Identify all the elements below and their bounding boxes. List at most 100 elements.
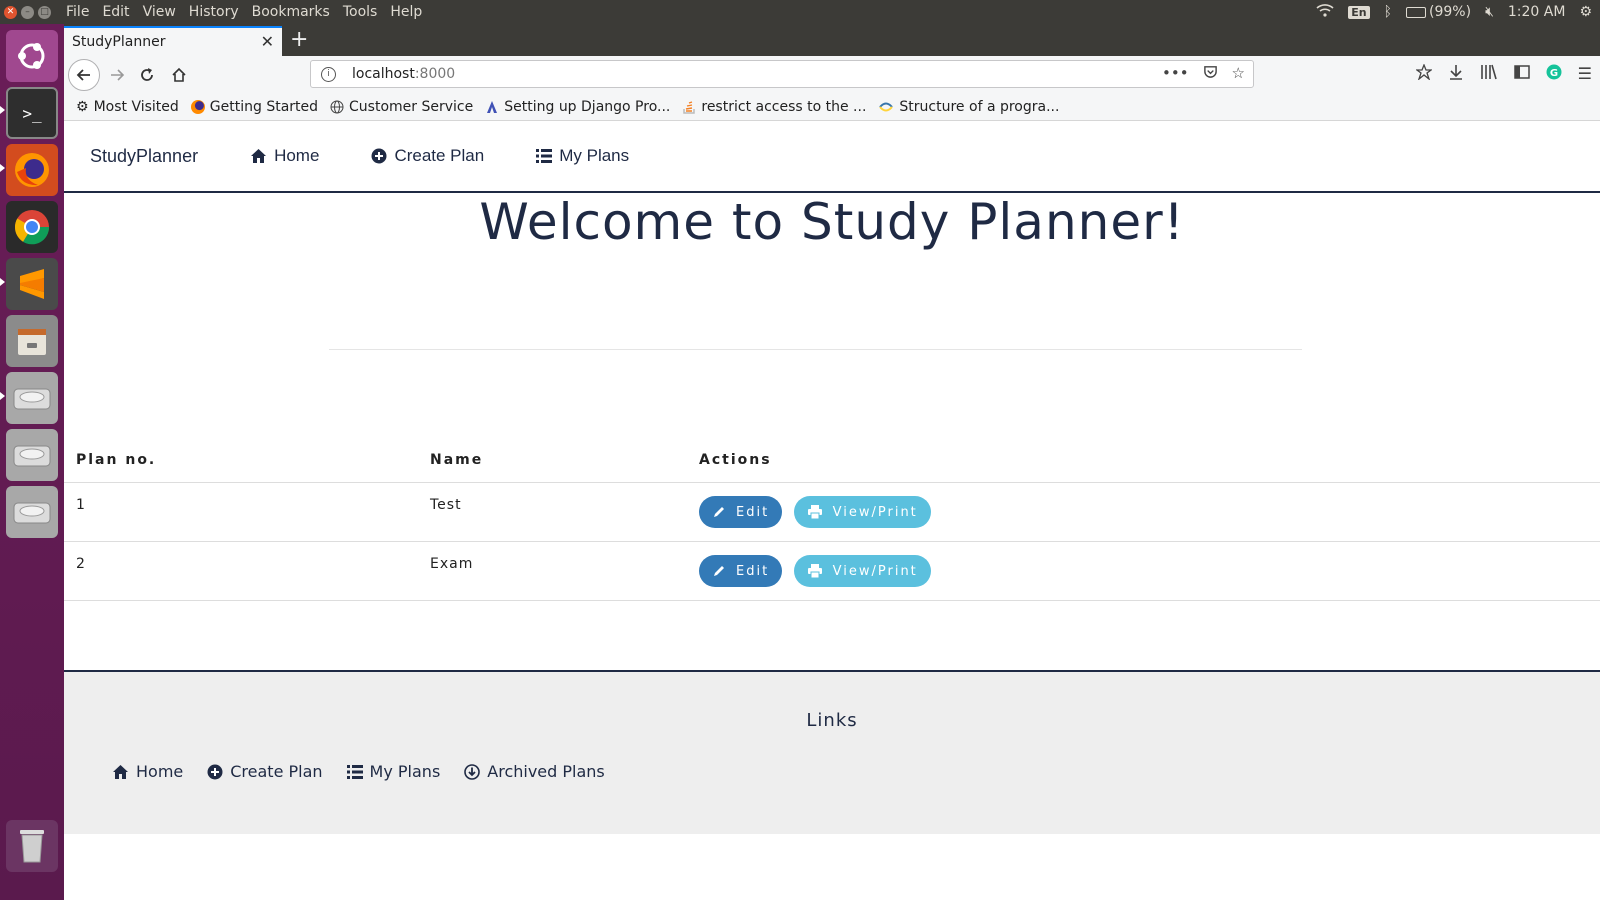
reader-list-icon[interactable]: [1414, 63, 1433, 84]
sidebar-icon[interactable]: [1513, 64, 1530, 84]
browser-tab[interactable]: StudyPlanner ✕: [64, 26, 282, 56]
bookmark-label: Customer Service: [349, 99, 474, 115]
footer-archived-plans-link[interactable]: Archived Plans: [464, 762, 605, 781]
menu-edit[interactable]: Edit: [102, 4, 129, 20]
home-icon: [113, 764, 128, 779]
clock[interactable]: 1:20 AM: [1508, 4, 1566, 20]
settings-gear-icon[interactable]: ⚙: [1579, 4, 1592, 20]
footer-create-plan-label: Create Plan: [230, 762, 323, 781]
bookmark-item[interactable]: Setting up Django Pro...: [485, 99, 670, 115]
menu-file[interactable]: File: [66, 4, 89, 20]
home-icon: [251, 149, 267, 163]
home-button[interactable]: [164, 61, 194, 89]
minimize-window-button[interactable]: –: [21, 5, 34, 19]
reload-button[interactable]: [132, 61, 162, 89]
site-brand[interactable]: StudyPlanner: [90, 146, 198, 167]
bookmark-item[interactable]: restrict access to the ...: [682, 99, 866, 115]
running-indicator: [0, 278, 5, 286]
column-header-name: Name: [418, 446, 687, 483]
battery-indicator[interactable]: (99%): [1406, 4, 1471, 20]
drive-icon[interactable]: [6, 429, 58, 481]
web-page: StudyPlanner Home Create Plan My Plans W…: [64, 121, 1600, 900]
page-actions-icon[interactable]: •••: [1162, 64, 1189, 83]
menu-bookmarks[interactable]: Bookmarks: [252, 4, 330, 20]
plus-circle-icon: [207, 764, 223, 779]
bookmark-item[interactable]: ⚙ Most Visited: [76, 99, 179, 115]
firefox-icon[interactable]: [6, 144, 58, 196]
trash-icon[interactable]: [6, 820, 58, 872]
menu-help[interactable]: Help: [390, 4, 422, 20]
nav-create-plan-link[interactable]: Create Plan: [371, 146, 484, 166]
menu-history[interactable]: History: [189, 4, 239, 20]
footer-my-plans-link[interactable]: My Plans: [346, 762, 440, 781]
footer-home-label: Home: [136, 762, 184, 781]
keyboard-language-indicator[interactable]: En: [1348, 5, 1370, 19]
chrome-icon[interactable]: [6, 201, 58, 253]
hamburger-menu-icon[interactable]: ☰: [1578, 64, 1592, 84]
site-navbar: StudyPlanner Home Create Plan My Plans: [64, 121, 1600, 193]
drive-icon[interactable]: [6, 486, 58, 538]
url-host: localhost: [352, 66, 415, 82]
close-window-button[interactable]: ✕: [4, 5, 17, 19]
list-icon: [346, 764, 363, 779]
wifi-icon[interactable]: [1316, 3, 1334, 21]
back-button[interactable]: [68, 59, 100, 91]
nav-create-plan-label: Create Plan: [394, 146, 485, 165]
new-tab-button[interactable]: +: [290, 27, 308, 52]
tab-title: StudyPlanner: [72, 34, 166, 50]
edit-button-label: Edit: [736, 504, 770, 520]
bookmark-item[interactable]: Getting Started: [190, 99, 319, 115]
footer-archived-plans-label: Archived Plans: [487, 762, 605, 781]
drive-icon[interactable]: [6, 372, 58, 424]
nav-my-plans-link[interactable]: My Plans: [536, 146, 629, 166]
running-indicator: [0, 106, 5, 114]
view-print-button-label: View/Print: [832, 563, 918, 579]
address-bar-actions: ••• ☆: [1162, 64, 1245, 83]
cell-plan-no: 2: [64, 541, 418, 601]
plus-circle-icon: [371, 148, 387, 164]
forward-button[interactable]: [102, 61, 132, 89]
close-tab-icon[interactable]: ✕: [261, 32, 274, 51]
menu-view[interactable]: View: [143, 4, 176, 20]
sublime-text-icon[interactable]: [6, 258, 58, 310]
ubuntu-dash-icon[interactable]: [6, 30, 58, 82]
address-bar[interactable]: i localhost:8000 ••• ☆: [310, 60, 1254, 88]
url-port: :8000: [414, 66, 456, 82]
bluetooth-icon[interactable]: ᛒ: [1384, 4, 1392, 20]
terminal-icon[interactable]: >_: [6, 87, 58, 139]
footer-create-plan-link[interactable]: Create Plan: [207, 762, 323, 781]
toolbar-right-icons: G ☰: [1414, 63, 1592, 84]
view-print-button[interactable]: View/Print: [793, 555, 931, 587]
nav-my-plans-label: My Plans: [559, 146, 630, 165]
django-icon: [487, 101, 498, 113]
edit-button[interactable]: Edit: [699, 555, 783, 587]
system-tray: En ᛒ (99%) 🔇︎ 1:20 AM ⚙: [1316, 0, 1592, 24]
downloads-icon[interactable]: [1448, 64, 1464, 84]
battery-icon: [1406, 6, 1427, 18]
edit-button[interactable]: Edit: [699, 496, 783, 528]
window-controls: ✕ – □: [4, 5, 66, 19]
grammarly-icon[interactable]: G: [1546, 64, 1562, 84]
bookmark-item[interactable]: Structure of a progra...: [878, 99, 1059, 115]
browser-toolbar: i localhost:8000 ••• ☆ G ☰: [64, 56, 1600, 94]
bookmark-label: Setting up Django Pro...: [504, 99, 671, 115]
reload-icon: [141, 68, 153, 81]
library-icon[interactable]: [1480, 64, 1498, 84]
nav-home-link[interactable]: Home: [250, 146, 319, 166]
pencil-icon: [714, 507, 724, 517]
site-info-icon[interactable]: i: [321, 66, 336, 82]
maximize-window-button[interactable]: □: [38, 5, 51, 19]
volume-muted-icon[interactable]: 🔇︎: [1485, 4, 1494, 20]
pocket-icon[interactable]: [1203, 64, 1218, 83]
footer-home-link[interactable]: Home: [112, 762, 183, 781]
menu-tools[interactable]: Tools: [343, 4, 378, 20]
file-manager-icon[interactable]: [6, 315, 58, 367]
bookmark-label: Getting Started: [209, 99, 319, 115]
printer-icon: [807, 564, 822, 578]
title-divider: [329, 349, 1302, 350]
bookmark-item[interactable]: Customer Service: [330, 99, 473, 115]
view-print-button[interactable]: View/Print: [793, 496, 931, 528]
bookmark-star-icon[interactable]: ☆: [1232, 64, 1245, 83]
cell-actions: Edit View/Print: [687, 482, 1600, 542]
launcher-sidebar: >_: [0, 24, 64, 900]
